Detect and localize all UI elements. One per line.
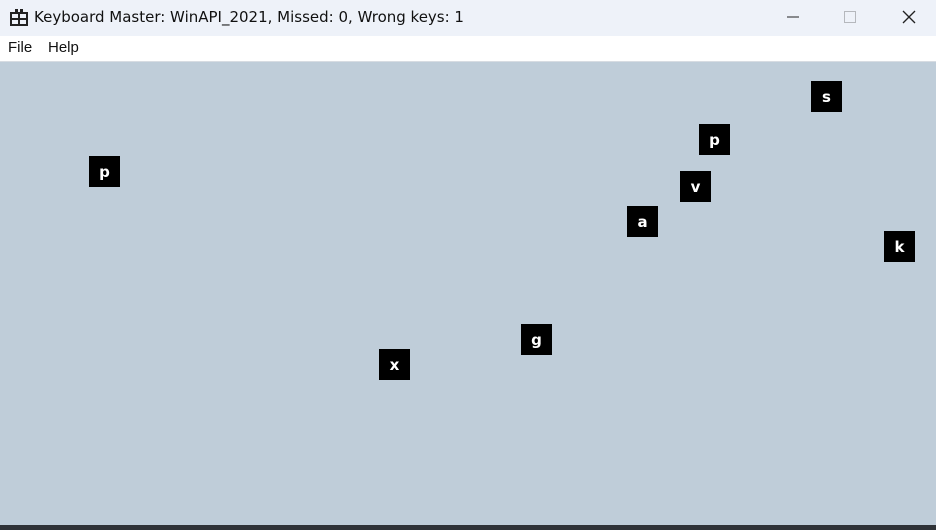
- falling-key-tile: k: [884, 231, 915, 262]
- title-bar[interactable]: Keyboard Master: WinAPI_2021, Missed: 0,…: [0, 0, 936, 36]
- game-area[interactable]: s p p v a k g x: [0, 62, 936, 525]
- falling-key-tile: p: [89, 156, 120, 187]
- falling-key-tile: v: [680, 171, 711, 202]
- app-window: Keyboard Master: WinAPI_2021, Missed: 0,…: [0, 0, 936, 530]
- maximize-button[interactable]: [821, 0, 879, 34]
- falling-key-tile: a: [627, 206, 658, 237]
- menu-help[interactable]: Help: [48, 36, 79, 61]
- falling-key-tile: x: [379, 349, 410, 380]
- close-button[interactable]: [880, 0, 936, 34]
- minimize-button[interactable]: [764, 0, 822, 34]
- window-bottom-border: [0, 525, 936, 530]
- falling-key-tile: g: [521, 324, 552, 355]
- falling-key-tile: s: [811, 81, 842, 112]
- minimize-icon: [787, 16, 799, 18]
- app-grid-icon: [10, 9, 28, 26]
- close-icon: [902, 10, 916, 24]
- maximize-icon: [844, 11, 856, 23]
- menu-file[interactable]: File: [8, 36, 32, 61]
- window-title: Keyboard Master: WinAPI_2021, Missed: 0,…: [34, 8, 464, 26]
- falling-key-tile: p: [699, 124, 730, 155]
- menu-bar: File Help: [0, 36, 936, 62]
